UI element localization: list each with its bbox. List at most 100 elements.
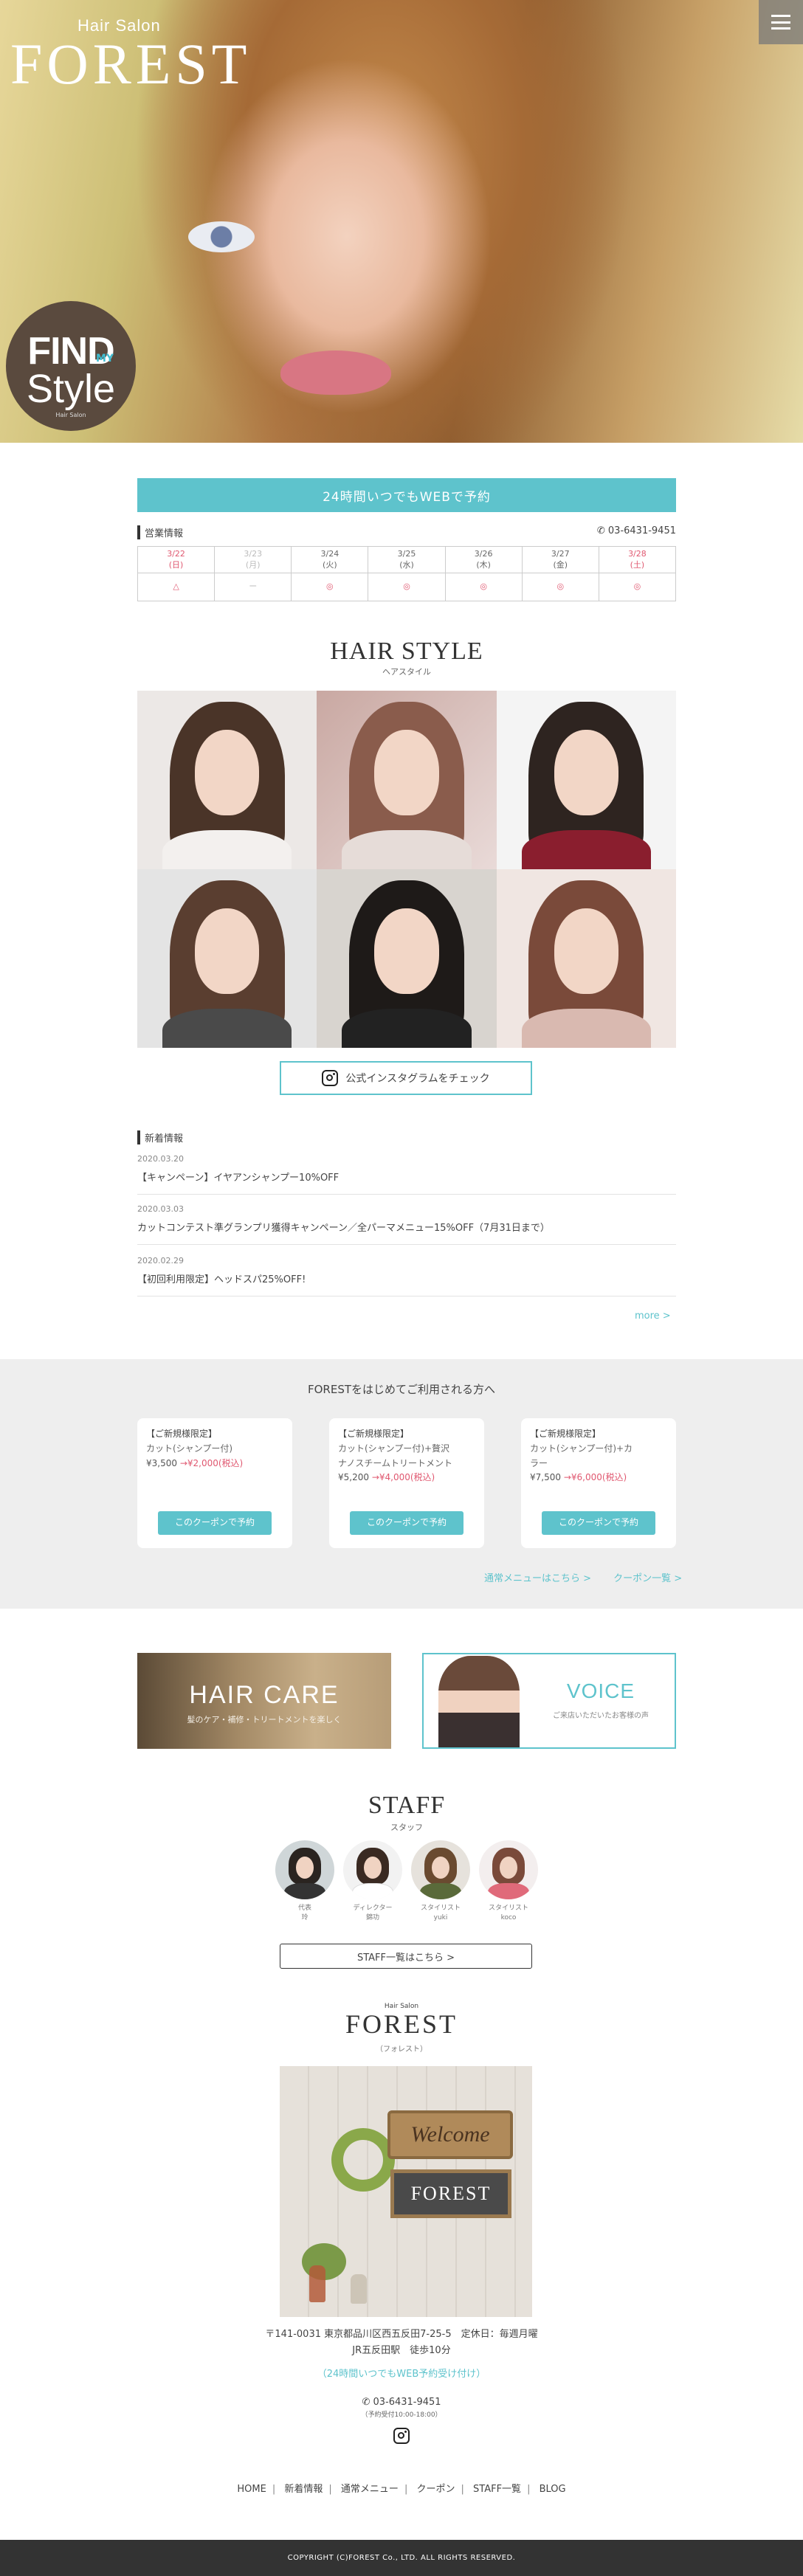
hamburger-menu-button[interactable] [759, 0, 803, 44]
hours-phone[interactable]: ✆ 03-6431-9451 [597, 525, 676, 539]
news-date: 2020.03.03 [137, 1204, 184, 1214]
shop-phone-number: 03-6431-9451 [373, 2397, 441, 2408]
instagram-button[interactable]: 公式インスタグラムをチェック [280, 1061, 532, 1095]
avatar [411, 1840, 470, 1899]
hours-dow: (木) [476, 559, 491, 570]
shop-access: JR五反田駅 徒歩10分 [352, 2345, 451, 2356]
coupon-title: FORESTをはじめてご利用される方へ [307, 1383, 496, 1396]
coupon-card: 【ご新規様限定】 カット(シャンプー付) ¥3,500 →¥2,000(税込) … [137, 1418, 292, 1548]
wreath [331, 2128, 395, 2192]
hours-status[interactable]: ー [214, 573, 292, 601]
hours-day: 3/27 (金) [521, 546, 599, 573]
hero-image: Hair Salon FOREST FIND MY Style Hair Sal… [0, 0, 803, 443]
hairstyle-subtitle: ヘアスタイル [382, 667, 431, 677]
coupon-card: 【ご新規様限定】 カット(シャンプー付)+贅沢 ナノスチームトリートメント ¥5… [329, 1418, 484, 1548]
hours-status[interactable]: ◎ [291, 573, 369, 601]
news-item[interactable]: 2020.03.03 カットコンテスト準グランプリ獲得キャンペーン／全パーマメニ… [137, 1204, 676, 1245]
hairstyle-photo[interactable] [317, 691, 497, 869]
footer-nav-home[interactable]: HOME [237, 2484, 266, 2495]
hairstyle-photo[interactable] [496, 869, 676, 1048]
news-item[interactable]: 2020.02.29 【初回利用限定】ヘッドスパ25%OFF! [137, 1256, 676, 1296]
staff-role: スタイリスト [488, 1905, 528, 1912]
footer-nav-menu[interactable]: 通常メニュー [341, 2484, 399, 2495]
hours-dow: (火) [323, 559, 337, 570]
footer-nav-coupon[interactable]: クーポン [416, 2484, 455, 2495]
hours-date: 3/26 [474, 549, 493, 559]
badge-line1-small: MY [96, 353, 114, 365]
coupon-reserve-button[interactable]: このクーポンで予約 [158, 1511, 272, 1535]
hair-care-banner[interactable]: HAIR CARE 髪のケア・補修・トリートメントを楽しく [137, 1653, 391, 1749]
staff-name: 玲 [301, 1913, 309, 1921]
footer-nav-news[interactable]: 新着情報 [284, 2484, 323, 2495]
coupon-price: ¥5,200 →¥4,000(税込) [338, 1471, 475, 1485]
footer-instagram-link[interactable] [393, 2428, 410, 2447]
bottle [309, 2265, 325, 2302]
staff-role: ディレクター [353, 1905, 393, 1912]
avatar [479, 1840, 538, 1899]
news-date: 2020.03.20 [137, 1154, 184, 1164]
hairstyle-gallery [137, 691, 676, 1048]
hours-date: 3/27 [551, 549, 570, 559]
hairstyle-photo[interactable] [496, 691, 676, 869]
hours-phone-number: 03-6431-9451 [607, 525, 676, 536]
hairstyle-photo[interactable] [137, 869, 317, 1048]
staff-member[interactable]: スタイリスト yuki [411, 1840, 470, 1922]
web-reserve-link[interactable]: （24時間いつでもWEB予約受け付け） [0, 2367, 803, 2383]
shop-logo: FOREST [345, 2009, 458, 2039]
voice-banner[interactable]: VOICE ご来店いただいたお客様の声 [422, 1653, 676, 1749]
staff-member[interactable]: ディレクター 錦功 [343, 1840, 402, 1922]
staff-role: スタイリスト [420, 1905, 461, 1912]
hours-day: 3/28 (土) [598, 546, 677, 573]
hairstyle-photo[interactable] [317, 869, 497, 1048]
news-item[interactable]: 2020.03.20 【キャンペーン】イヤアンシャンプー10%OFF [137, 1154, 676, 1195]
voice-subtitle: ご来店いただいたお客様の声 [553, 1712, 649, 1720]
footer-nav-blog[interactable]: BLOG [540, 2484, 566, 2495]
staff-list-button[interactable]: STAFF一覧はこちら > [280, 1944, 532, 1969]
coupon-name: カット(シャンプー付) [146, 1443, 233, 1454]
coupon-tag: 【ご新規様限定】 [338, 1429, 410, 1439]
news-more-link[interactable]: more > [635, 1311, 671, 1322]
phone-icon: ✆ [596, 525, 608, 536]
coupon-price-new: →¥4,000(税込) [371, 1472, 435, 1483]
hours-date: 3/28 [628, 549, 647, 559]
news-text: 【初回利用限定】ヘッドスパ25%OFF! [137, 1274, 306, 1285]
staff-subtitle: スタッフ [390, 1823, 423, 1832]
footer-nav-staff[interactable]: STAFF一覧 [473, 2484, 521, 2495]
web-reserve-button[interactable]: 24時間いつでもWEBで予約 [137, 478, 676, 512]
hero-eye [188, 221, 255, 252]
hero-lips [280, 351, 391, 395]
brand-logo[interactable]: FOREST [10, 31, 251, 97]
hours-status[interactable]: ◎ [598, 573, 677, 601]
staff-name: yuki [433, 1913, 448, 1921]
coupon-price-old: ¥5,200 [338, 1472, 369, 1483]
staff-member[interactable]: 代表 玲 [275, 1840, 334, 1922]
hours-date: 3/24 [320, 549, 340, 559]
staff-member[interactable]: スタイリスト koco [479, 1840, 538, 1922]
hours-day: 3/24 (火) [291, 546, 369, 573]
coupon-price: ¥7,500 →¥6,000(税込) [530, 1471, 667, 1485]
coupon-name-line2: ラー [530, 1457, 548, 1468]
hours-status[interactable]: ◎ [521, 573, 599, 601]
hours-status[interactable]: △ [137, 573, 216, 601]
shop-phone[interactable]: ✆ 03-6431-9451 [0, 2395, 803, 2411]
forest-sign: FOREST [390, 2169, 511, 2218]
staff-name: 錦功 [365, 1913, 379, 1921]
coupon-reserve-button[interactable]: このクーポンで予約 [542, 1511, 655, 1535]
hours-dow: (水) [399, 559, 414, 570]
phone-icon: ✆ [362, 2397, 373, 2408]
hours-dow: (日) [168, 559, 184, 570]
hours-status[interactable]: ◎ [368, 573, 446, 601]
coupon-links: 通常メニューはこちら > クーポン一覧 > [465, 1570, 682, 1584]
coupon-list-link[interactable]: クーポン一覧 > [613, 1573, 682, 1584]
hours-table: 3/22 (日) 3/23 (月) 3/24 (火) 3/25 (水) 3/26 (木) 3/27(… [137, 546, 677, 601]
hairstyle-photo[interactable] [137, 691, 317, 869]
badge-line2: Style [26, 367, 116, 411]
avatar [275, 1840, 334, 1899]
coupon-price-old: ¥3,500 [146, 1457, 177, 1468]
hours-day: 3/25 (水) [368, 546, 446, 573]
hours-header: 営業情報 ✆ 03-6431-9451 [137, 525, 676, 539]
hours-status[interactable]: ◎ [444, 573, 523, 601]
coupon-reserve-button[interactable]: このクーポンで予約 [350, 1511, 463, 1535]
regular-menu-link[interactable]: 通常メニューはこちら > [484, 1573, 591, 1584]
coupon-price-old: ¥7,500 [530, 1472, 561, 1483]
